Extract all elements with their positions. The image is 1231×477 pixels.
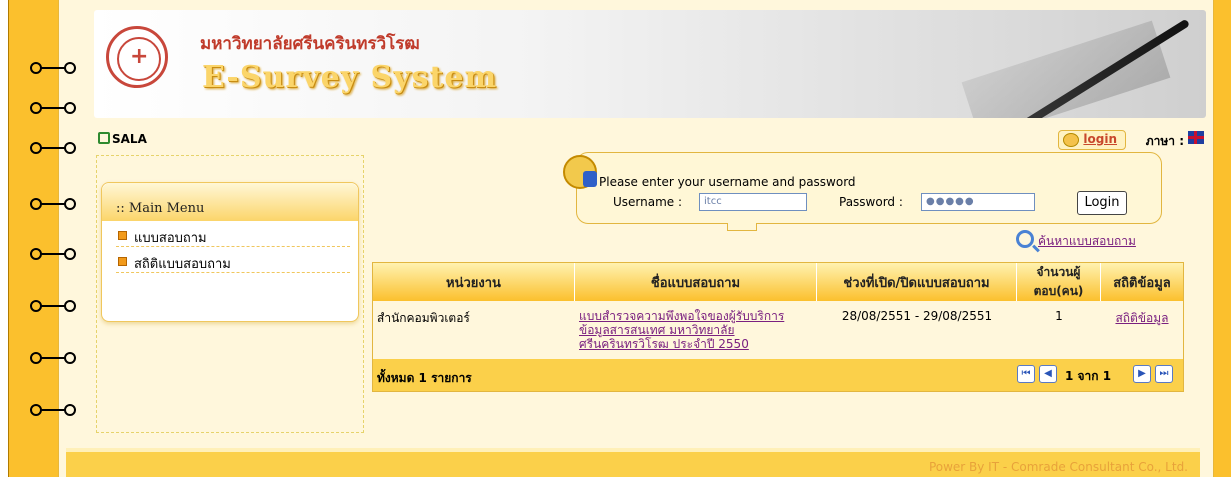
survey-table: หน่วยงาน ชื่อแบบสอบถาม ช่วงที่เปิด/ปิดแบ… xyxy=(372,262,1184,392)
footer-credit: Power By IT - Comrade Consultant Co., Lt… xyxy=(928,460,1188,474)
binder-ring-icon xyxy=(30,62,76,74)
binder-ring-icon xyxy=(30,352,76,364)
key-icon xyxy=(1063,133,1080,147)
table-cell-period: 28/08/2551 - 29/08/2551 xyxy=(841,309,993,323)
binder-ring-icon xyxy=(30,102,76,114)
site-label[interactable]: SALA xyxy=(98,132,147,146)
pager: ⏮ ◀ 1 จาก 1 ▶ ⏭ xyxy=(1017,365,1177,385)
login-link-text: login xyxy=(1083,132,1117,146)
bullet-icon xyxy=(118,257,127,266)
binder-ring-icon xyxy=(30,142,76,154)
binder-ring-icon xyxy=(30,404,76,416)
sidebar-item-label: แบบสอบถาม xyxy=(134,231,207,246)
sidebar: :: Main Menu แบบสอบถาม สถิติแบบสอบถาม xyxy=(96,155,364,433)
survey-name-link[interactable]: แบบสำรวจความพึงพอใจของผู้รับบริการข้อมูล… xyxy=(575,303,817,359)
column-header-statistics: สถิติข้อมูล xyxy=(1101,263,1183,301)
search-survey-link[interactable]: ค้นหาแบบสอบถาม xyxy=(1016,230,1136,251)
table-footer: ทั้งหมด 1 รายการ ⏮ ◀ 1 จาก 1 ▶ ⏭ xyxy=(373,359,1183,391)
header-banner: + มหาวิทยาลัยศรีนครินทรวิโรฒ E-Survey Sy… xyxy=(94,10,1206,118)
column-header-department: หน่วยงาน xyxy=(373,263,575,301)
last-page-icon[interactable]: ⏭ xyxy=(1155,365,1173,383)
language-label: ภาษา : xyxy=(1145,134,1184,148)
first-page-icon[interactable]: ⏮ xyxy=(1017,365,1035,383)
next-page-icon[interactable]: ▶ xyxy=(1133,365,1151,383)
search-icon xyxy=(1016,230,1034,248)
table-cell-department: สำนักคอมพิวเตอร์ xyxy=(377,311,470,325)
column-header-period: ช่วงที่เปิด/ปิดแบบสอบถาม xyxy=(817,263,1017,301)
sidebar-item-survey-stats[interactable]: สถิติแบบสอบถาม xyxy=(116,253,350,273)
total-count: ทั้งหมด 1 รายการ xyxy=(377,371,472,385)
previous-page-icon[interactable]: ◀ xyxy=(1039,365,1057,383)
login-popup: Please enter your username and password … xyxy=(563,152,1162,231)
login-button[interactable]: Login xyxy=(1077,191,1127,215)
university-seal-icon: + xyxy=(106,26,168,88)
sidebar-item-label: สถิติแบบสอบถาม xyxy=(134,257,231,272)
password-label: Password : xyxy=(839,195,903,209)
password-input[interactable]: ●●●●● xyxy=(921,193,1035,211)
column-header-survey-name: ชื่อแบบสอบถาม xyxy=(575,263,817,301)
uk-flag-icon[interactable] xyxy=(1188,131,1204,144)
statistics-link[interactable]: สถิติข้อมูล xyxy=(1101,303,1183,359)
network-icon xyxy=(98,132,110,144)
binder-rings xyxy=(28,0,88,477)
binder-ring-icon xyxy=(30,198,76,210)
footer: Power By IT - Comrade Consultant Co., Lt… xyxy=(66,448,1200,477)
username-label: Username : xyxy=(613,195,683,209)
login-link[interactable]: login xyxy=(1058,130,1126,150)
user-key-icon xyxy=(563,155,597,189)
column-header-respondents: จำนวนผู้ตอบ(คน) xyxy=(1017,263,1101,301)
bullet-icon xyxy=(118,231,127,240)
login-message: Please enter your username and password xyxy=(599,175,856,189)
page-indicator: 1 จาก 1 xyxy=(1065,369,1112,383)
table-cell-respondents: 1 xyxy=(1055,309,1063,323)
binder-ring-icon xyxy=(30,300,76,312)
site-label-text: SALA xyxy=(112,132,147,146)
university-name: มหาวิทยาลัยศรีนครินทรวิโรฒ xyxy=(200,34,420,54)
main-menu: :: Main Menu แบบสอบถาม สถิติแบบสอบถาม xyxy=(101,182,359,322)
search-link-text: ค้นหาแบบสอบถาม xyxy=(1038,234,1136,248)
sidebar-item-survey[interactable]: แบบสอบถาม xyxy=(116,227,350,247)
binder-ring-icon xyxy=(30,248,76,260)
username-input[interactable]: itcc xyxy=(699,193,807,211)
banner-decoration xyxy=(961,20,1171,118)
main-menu-title: :: Main Menu xyxy=(102,183,358,221)
popup-pointer xyxy=(727,223,757,231)
top-bar: SALA login ภาษา : xyxy=(94,130,1206,150)
system-name: E-Survey System xyxy=(202,60,498,95)
